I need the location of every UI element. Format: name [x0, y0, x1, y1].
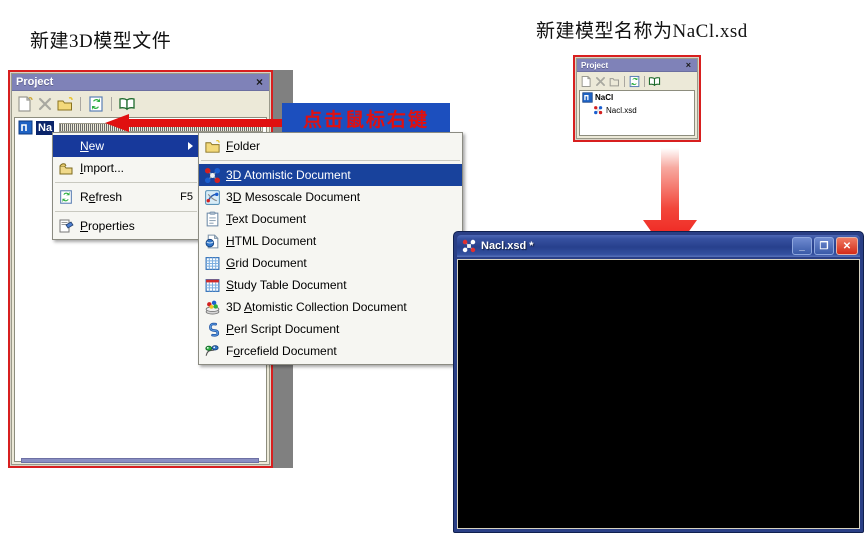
mesoscale-document-icon [203, 188, 221, 206]
menu-item-import[interactable]: Import... [53, 157, 199, 179]
submenu-item-perl-script-document-label: Perl Script Document [226, 322, 340, 336]
submenu-item-3d-atomistic-document-label: 3D Atomistic Document [226, 168, 351, 182]
submenu-item-3d-mesoscale-document[interactable]: 3D Mesoscale Document [199, 186, 462, 208]
project-panel-right-toolbar [577, 72, 697, 90]
open-book-icon[interactable] [118, 95, 136, 113]
submenu-item-html-document[interactable]: HTML Document [199, 230, 462, 252]
menu-item-refresh[interactable]: Refresh F5 [53, 186, 199, 208]
project-icon [18, 120, 33, 135]
toolbar-separator [644, 75, 645, 87]
forcefield-icon [203, 342, 221, 360]
delete-icon[interactable] [36, 95, 54, 113]
collection-icon [203, 298, 221, 316]
viewer-title: Nacl.xsd * [481, 240, 534, 252]
submenu-item-3d-atomistic-document[interactable]: 3D Atomistic Document [199, 164, 462, 186]
delete-icon[interactable] [594, 75, 607, 88]
new-folder-icon[interactable] [608, 75, 621, 88]
viewer-window: Nacl.xsd * _ ❐ ✕ [453, 231, 864, 533]
submenu-item-forcefield-document-label: Forcefield Document [226, 344, 337, 358]
open-book-icon[interactable] [648, 75, 661, 88]
submenu-item-folder[interactable]: Folder [199, 135, 462, 157]
project-panel-left-titlebar: Project × [12, 74, 269, 91]
toolbar-separator [80, 97, 81, 111]
caption-left: 新建3D模型文件 [30, 31, 172, 52]
menu-item-new[interactable]: New [53, 135, 199, 157]
text-document-icon [203, 210, 221, 228]
tree-row[interactable]: NaCl [580, 91, 694, 104]
callout-text: 点击鼠标右键 [302, 109, 429, 131]
menu-item-refresh-accel: F5 [180, 191, 193, 203]
close-icon[interactable]: × [254, 76, 265, 88]
submenu-item-grid-document-label: Grid Document [226, 256, 307, 270]
new-folder-icon[interactable] [56, 95, 74, 113]
close-button[interactable]: ✕ [836, 237, 858, 255]
tree-item-label[interactable]: NaCl [595, 93, 613, 102]
status-strip [21, 458, 259, 463]
submenu-item-perl-script-document[interactable]: Perl Script Document [199, 318, 462, 340]
project-panel-right: Project × NaCl Nacl.xsd [573, 55, 701, 142]
project-panel-left-title: Project [16, 76, 54, 88]
menu-item-refresh-label: Refresh [80, 190, 123, 204]
perl-script-icon [203, 320, 221, 338]
menu-item-properties[interactable]: Properties [53, 215, 199, 237]
blank-icon [57, 137, 75, 155]
chevron-right-icon [188, 142, 193, 150]
context-menu[interactable]: New Import... Refresh F5 Properties [52, 132, 200, 240]
submenu-item-html-document-label: HTML Document [226, 234, 317, 248]
submenu-item-study-table-document-label: Study Table Document [226, 278, 347, 292]
menu-item-properties-label: Properties [80, 219, 135, 233]
refresh-icon[interactable] [628, 75, 641, 88]
atomistic-document-icon [203, 166, 221, 184]
project-panel-right-tree[interactable]: NaCl Nacl.xsd [579, 90, 695, 136]
toolbar-separator [624, 75, 625, 87]
project-icon [582, 92, 593, 103]
toolbar-separator [111, 97, 112, 111]
grid-document-icon [203, 254, 221, 272]
import-icon [57, 159, 75, 177]
project-panel-right-titlebar: Project × [577, 59, 697, 72]
refresh-icon[interactable] [87, 95, 105, 113]
viewer-canvas[interactable] [457, 259, 860, 529]
menu-separator [201, 160, 460, 161]
submenu-item-3d-atomistic-collection-document-label: 3D Atomistic Collection Document [226, 300, 407, 314]
folder-icon [203, 137, 221, 155]
submenu-item-folder-label: Folder [226, 139, 261, 153]
atomistic-document-icon [462, 239, 476, 253]
refresh-icon [57, 188, 75, 206]
new-document-icon[interactable] [580, 75, 593, 88]
html-document-icon [203, 232, 221, 250]
new-submenu[interactable]: Folder 3D Atomistic Document 3D Mesoscal… [198, 132, 463, 365]
menu-item-import-label: Import... [80, 161, 125, 175]
tree-item-label[interactable]: Nacl.xsd [606, 106, 637, 115]
submenu-item-text-document-label: Text Document [226, 212, 307, 226]
submenu-item-3d-mesoscale-document-label: 3D Mesoscale Document [226, 190, 361, 204]
properties-icon [57, 217, 75, 235]
submenu-item-forcefield-document[interactable]: Forcefield Document [199, 340, 462, 362]
submenu-item-grid-document[interactable]: Grid Document [199, 252, 462, 274]
viewer-titlebar[interactable]: Nacl.xsd * _ ❐ ✕ [457, 235, 860, 257]
pointer-arrow-left [105, 114, 287, 132]
tree-row[interactable]: Nacl.xsd [580, 104, 694, 117]
study-table-icon [203, 276, 221, 294]
caption-right: 新建模型名称为NaCl.xsd [536, 21, 748, 42]
minimize-button[interactable]: _ [792, 237, 812, 255]
menu-separator [55, 211, 197, 212]
menu-item-new-label: New [80, 139, 105, 153]
project-panel-right-title: Project [581, 60, 609, 70]
callout-right-click: 点击鼠标右键 [282, 103, 450, 133]
maximize-button[interactable]: ❐ [814, 237, 834, 255]
submenu-item-text-document[interactable]: Text Document [199, 208, 462, 230]
submenu-item-study-table-document[interactable]: Study Table Document [199, 274, 462, 296]
new-document-icon[interactable] [16, 95, 34, 113]
atomistic-document-icon [594, 106, 603, 115]
close-icon[interactable]: × [684, 60, 693, 70]
submenu-item-3d-atomistic-collection-document[interactable]: 3D Atomistic Collection Document [199, 296, 462, 318]
menu-separator [55, 182, 197, 183]
window-controls: _ ❐ ✕ [792, 237, 858, 255]
